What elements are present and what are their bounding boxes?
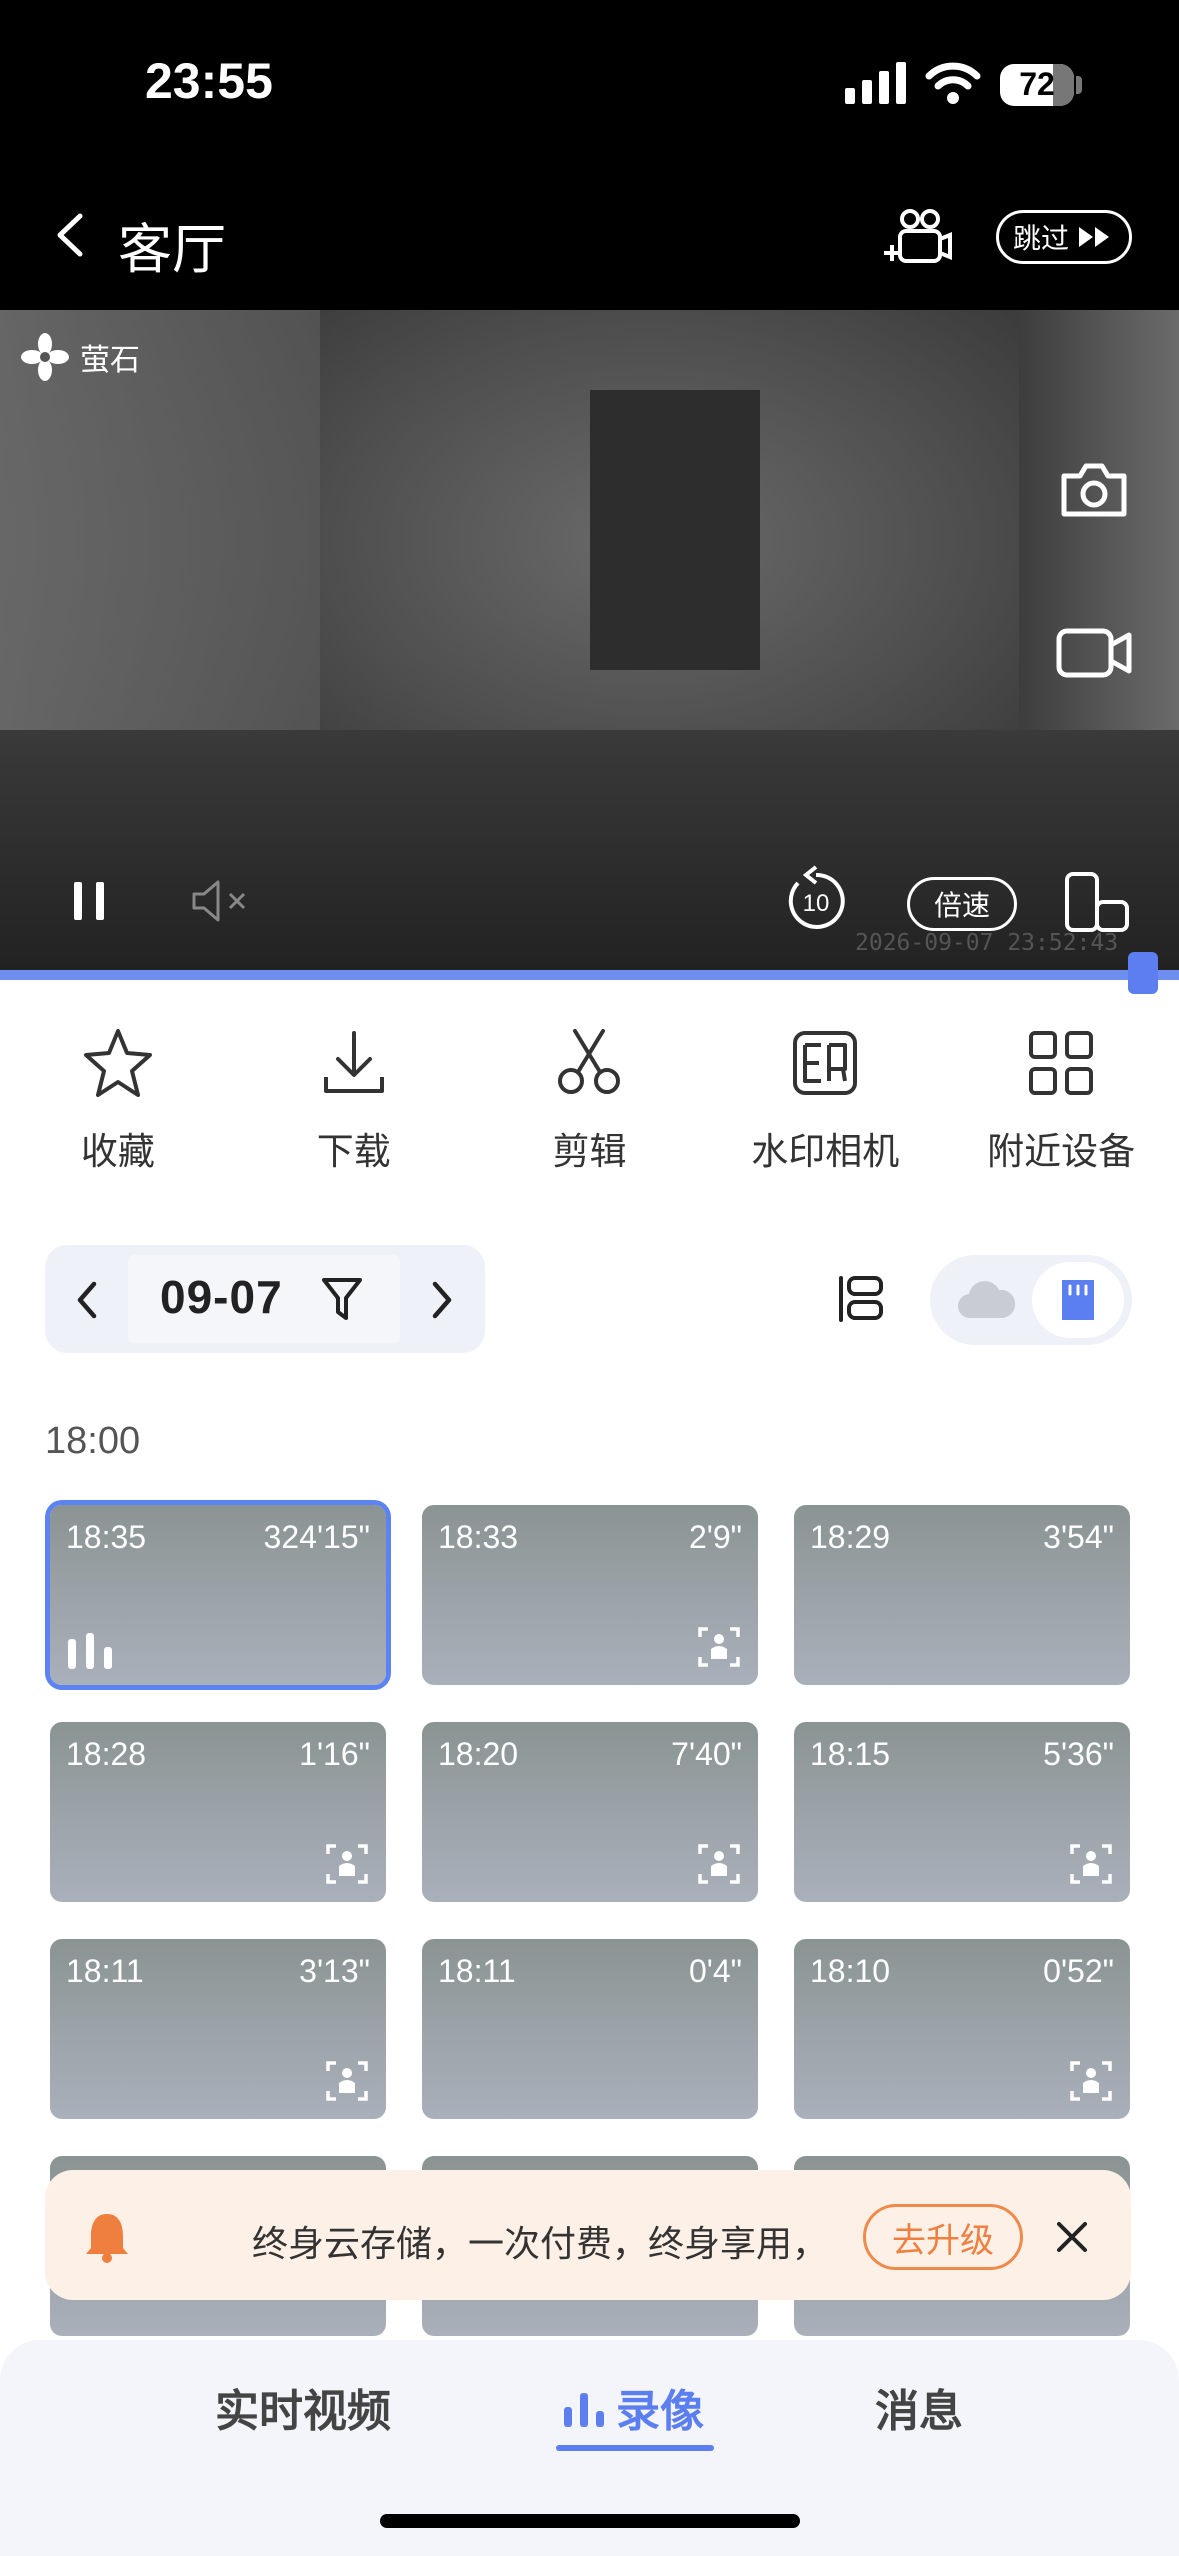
- clip-time: 18:33: [438, 1519, 519, 1555]
- playback-speed-button[interactable]: 倍速: [907, 877, 1017, 931]
- battery-tip: [1076, 76, 1082, 94]
- action-toolbar: 收藏 下载 剪辑 水印相机 附近设备: [0, 1025, 1179, 1185]
- clip-thumbnail[interactable]: 18:29 3'54": [794, 1505, 1130, 1685]
- clip-duration: 3'54": [1043, 1519, 1114, 1555]
- sd-card-icon: [1062, 1280, 1094, 1320]
- clip-duration: 7'40": [671, 1736, 742, 1772]
- person-detected-icon: [326, 1844, 368, 1884]
- video-timestamp: 2026-09-07 23:52:43: [855, 930, 1119, 956]
- add-camera-icon[interactable]: [880, 205, 952, 269]
- upgrade-button[interactable]: 去升级: [863, 2204, 1023, 2270]
- snapshot-camera-icon[interactable]: [1058, 460, 1130, 520]
- nearby-devices-label: 附近设备: [987, 1130, 1136, 1173]
- clip-duration: 5'36": [1043, 1736, 1114, 1772]
- download-button[interactable]: 下载: [254, 1025, 454, 1185]
- clip-duration: 2'9": [688, 1519, 742, 1555]
- mute-icon[interactable]: [190, 878, 254, 924]
- clip-duration: 1'16": [299, 1736, 370, 1772]
- cloud-storage-icon[interactable]: [955, 1278, 1017, 1322]
- edit-clip-button[interactable]: 剪辑: [489, 1025, 689, 1185]
- clip-time: 18:11: [66, 1953, 144, 1989]
- playback-progress-handle[interactable]: [1128, 952, 1158, 994]
- tab-live-video[interactable]: 实时视频: [215, 2375, 391, 2439]
- top-bar: 23:55 72 客厅 跳过: [0, 0, 1179, 310]
- clip-time: 18:11: [438, 1953, 516, 1989]
- video-scene-door: [590, 390, 760, 670]
- favorite-label: 收藏: [80, 1130, 155, 1173]
- person-detected-icon: [1070, 1844, 1112, 1884]
- clip-duration: 324'15": [263, 1519, 370, 1555]
- playback-progress-bar[interactable]: [0, 970, 1179, 980]
- clip-time: 18:29: [810, 1519, 891, 1555]
- person-detected-icon: [1070, 2061, 1112, 2101]
- skip-button[interactable]: 跳过: [996, 210, 1132, 264]
- video-record-icon[interactable]: [1055, 625, 1133, 681]
- tab-recording[interactable]: 录像: [562, 2375, 704, 2439]
- clip-thumbnail[interactable]: 18:11 0'4": [422, 1939, 758, 2119]
- download-label: 下载: [316, 1130, 391, 1173]
- watermark-camera-label: 水印相机: [751, 1130, 900, 1173]
- clip-thumbnail[interactable]: 18:28 1'16": [50, 1722, 386, 1902]
- grid-icon: [1029, 1031, 1094, 1095]
- scissors-icon: [558, 1029, 621, 1094]
- status-time: 23:55: [145, 53, 273, 109]
- clip-time: 18:20: [438, 1736, 519, 1772]
- clip-time: 18:15: [810, 1736, 891, 1772]
- clip-duration: 0'4": [688, 1953, 742, 1989]
- bell-icon: [86, 2214, 128, 2263]
- clip-time: 18:35: [66, 1519, 147, 1555]
- cellular-signal-icon: [845, 62, 906, 104]
- ezviz-logo-icon: [21, 333, 69, 381]
- tab-recording-label: 录像: [616, 2386, 704, 2437]
- clip-time: 18:28: [66, 1736, 147, 1772]
- clip-thumbnail[interactable]: 18:10 0'52": [794, 1939, 1130, 2119]
- battery-indicator: 72: [1000, 64, 1074, 106]
- filter-icon[interactable]: [320, 1274, 364, 1324]
- active-tab-indicator: [556, 2445, 714, 2451]
- brand-name: 萤石: [80, 343, 140, 378]
- clip-duration: 0'52": [1043, 1953, 1114, 1989]
- fast-forward-icon: [1079, 227, 1109, 247]
- video-player[interactable]: 萤石 10 倍速 2026-09-07 23:52:43: [0, 310, 1179, 970]
- previous-day-icon[interactable]: [70, 1278, 104, 1322]
- clip-time: 18:10: [810, 1953, 891, 1989]
- pause-icon[interactable]: [70, 880, 110, 922]
- replay-seconds: 10: [803, 890, 830, 917]
- home-indicator[interactable]: [380, 2514, 800, 2528]
- recording-bars-icon: [564, 2393, 604, 2427]
- rotate-screen-icon[interactable]: [1063, 870, 1131, 934]
- page-title: 客厅: [118, 218, 226, 281]
- watermark-camera-button[interactable]: 水印相机: [725, 1025, 925, 1185]
- clip-thumbnail[interactable]: 18:35 324'15": [50, 1505, 386, 1685]
- close-icon[interactable]: [1055, 2220, 1089, 2254]
- skip-label: 跳过: [1012, 222, 1069, 255]
- next-day-icon[interactable]: [425, 1278, 459, 1322]
- list-layout-icon[interactable]: [835, 1272, 887, 1326]
- clip-duration: 3'13": [299, 1953, 370, 1989]
- playing-bars-icon: [68, 1633, 112, 1669]
- clip-thumbnail[interactable]: 18:33 2'9": [422, 1505, 758, 1685]
- favorite-button[interactable]: 收藏: [18, 1025, 218, 1185]
- wifi-icon: [925, 62, 981, 104]
- person-detected-icon: [698, 1844, 740, 1884]
- section-time-header: 18:00: [45, 1420, 141, 1462]
- person-detected-icon: [326, 2061, 368, 2101]
- battery-level: 72: [1019, 66, 1055, 102]
- nearby-devices-button[interactable]: 附近设备: [961, 1025, 1161, 1185]
- current-date[interactable]: 09-07: [160, 1270, 283, 1324]
- clip-thumbnail[interactable]: 18:15 5'36": [794, 1722, 1130, 1902]
- replay-icon: 10: [788, 865, 845, 929]
- clip-thumbnail[interactable]: 18:11 3'13": [50, 1939, 386, 2119]
- download-icon: [323, 1031, 384, 1093]
- replay-10-button[interactable]: 10: [784, 865, 848, 933]
- brand-logo: 萤石: [20, 332, 140, 382]
- edit-clip-label: 剪辑: [552, 1130, 627, 1173]
- back-chevron-icon[interactable]: [50, 210, 90, 260]
- person-detected-icon: [698, 1627, 740, 1667]
- tab-messages[interactable]: 消息: [875, 2375, 963, 2439]
- watermark-camera-icon: [793, 1031, 858, 1095]
- star-icon: [83, 1029, 152, 1097]
- clip-thumbnail[interactable]: 18:20 7'40": [422, 1722, 758, 1902]
- promo-text: 终身云存储，一次付费，终身享用，: [252, 2224, 829, 2265]
